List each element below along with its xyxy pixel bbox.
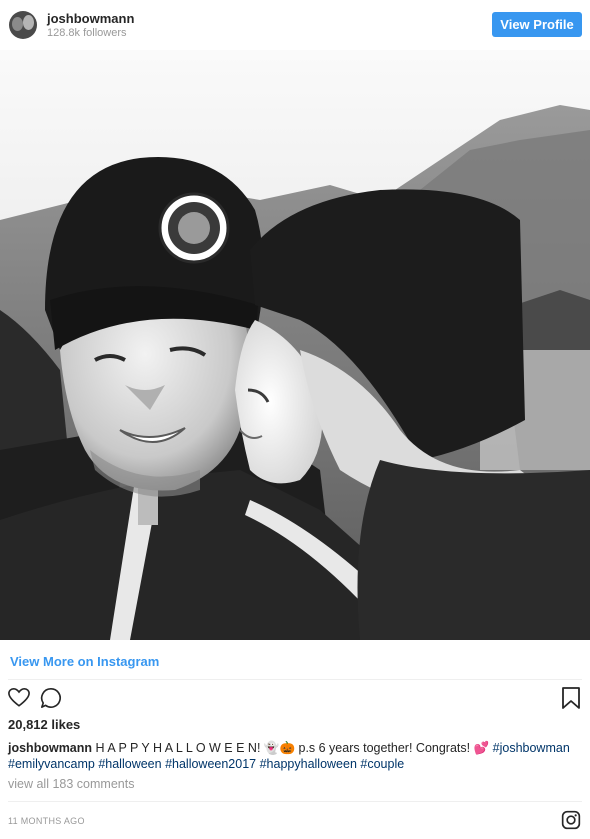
caption: joshbowmann H A P P Y H A L L O W E E N!… bbox=[8, 740, 583, 772]
avatar[interactable] bbox=[9, 11, 37, 39]
instagram-icon[interactable] bbox=[561, 810, 581, 835]
comment-icon[interactable] bbox=[40, 687, 62, 714]
caption-text: H A P P Y H A L L O W E E N! 👻🎃 p.s 6 ye… bbox=[95, 741, 490, 755]
view-more-link[interactable]: View More on Instagram bbox=[10, 654, 159, 669]
view-profile-button[interactable]: View Profile bbox=[492, 12, 582, 37]
follower-count: 128.8k followers bbox=[47, 27, 127, 39]
like-count[interactable]: 20,812 likes bbox=[8, 717, 80, 732]
divider bbox=[8, 801, 582, 802]
view-comments-link[interactable]: view all 183 comments bbox=[8, 777, 134, 791]
hashtag[interactable]: #couple bbox=[360, 757, 404, 771]
post-photo[interactable] bbox=[0, 50, 590, 640]
hashtag[interactable]: #halloween bbox=[98, 757, 161, 771]
username[interactable]: joshbowmann bbox=[47, 11, 134, 26]
bookmark-icon[interactable] bbox=[562, 687, 580, 714]
caption-username[interactable]: joshbowmann bbox=[8, 741, 92, 755]
hashtag[interactable]: #joshbowman bbox=[493, 741, 570, 755]
post-timestamp: 11 MONTHS AGO bbox=[8, 816, 85, 826]
divider bbox=[8, 679, 582, 680]
hashtag[interactable]: #halloween2017 bbox=[165, 757, 256, 771]
heart-icon[interactable] bbox=[8, 687, 30, 713]
hashtag[interactable]: #happyhalloween bbox=[260, 757, 357, 771]
hashtag[interactable]: #emilyvancamp bbox=[8, 757, 95, 771]
post-header: joshbowmann 128.8k followers View Profil… bbox=[0, 0, 590, 50]
